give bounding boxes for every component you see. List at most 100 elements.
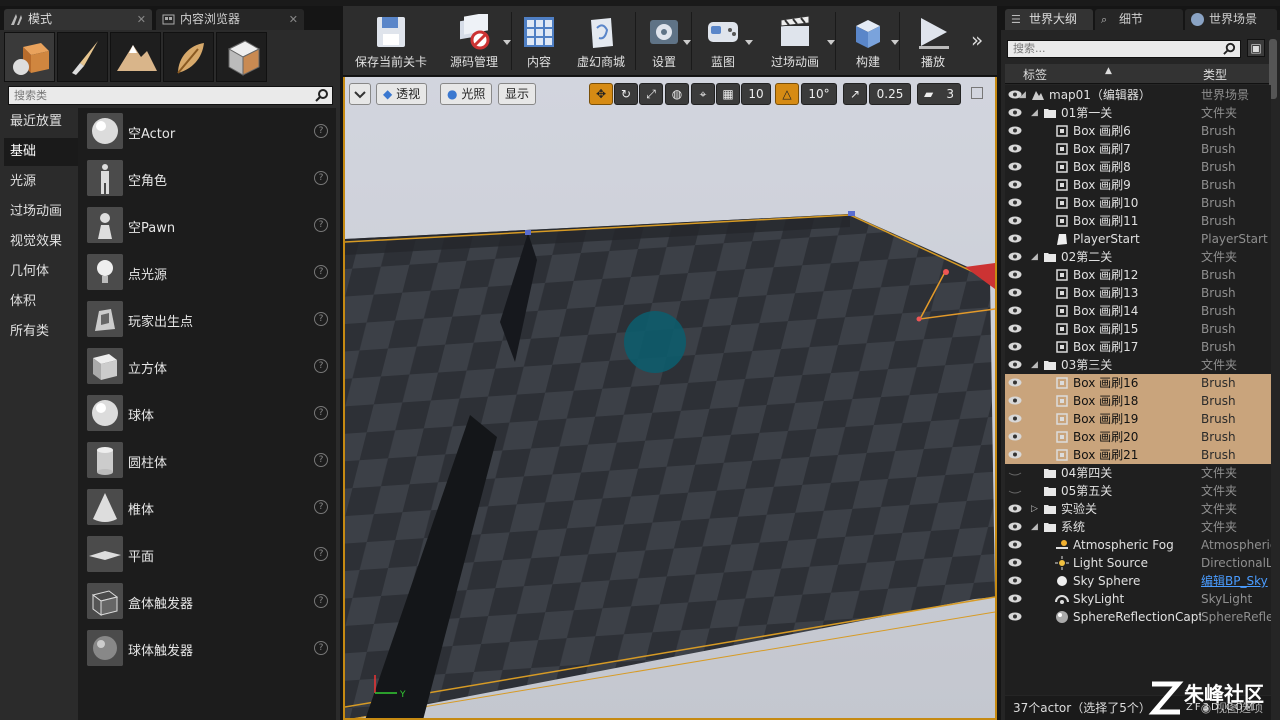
visibility-eye-icon[interactable] <box>1008 270 1022 279</box>
visibility-eye-icon[interactable] <box>1008 360 1022 369</box>
outliner-actor-row[interactable]: Box 画刷17 Brush <box>1005 338 1271 356</box>
toolbar-button[interactable]: 蓝图 <box>693 10 753 72</box>
perspective-button[interactable]: ◆ 透视 <box>376 83 428 105</box>
scale-snap-value[interactable]: 0.25 <box>869 83 911 105</box>
outliner-actor-row[interactable]: Box 画刷21 Brush <box>1005 446 1271 464</box>
visibility-eye-icon[interactable] <box>1008 126 1022 135</box>
toolbar-button[interactable]: 设置 <box>637 10 691 72</box>
col-type-header[interactable]: 类型 <box>1203 66 1227 83</box>
placeable-item[interactable]: 立方体? <box>78 343 336 390</box>
toolbar-button[interactable]: 保存当前关卡 <box>347 10 435 72</box>
category-item[interactable]: 过场动画 <box>4 198 78 226</box>
tab-content-browser[interactable]: 内容浏览器 ✕ <box>156 9 304 30</box>
category-item[interactable]: 所有类 <box>4 318 78 346</box>
chevron-down-icon[interactable] <box>827 40 835 45</box>
visibility-eye-icon[interactable] <box>1008 198 1022 207</box>
visibility-eye-icon[interactable] <box>1008 522 1022 531</box>
expanded-arrow-icon[interactable]: ◢ <box>1031 518 1041 536</box>
toolbar-button[interactable]: 源码管理 <box>437 10 511 72</box>
visibility-eye-icon[interactable] <box>1008 450 1022 459</box>
outliner-actor-row[interactable]: Box 画刷18 Brush <box>1005 392 1271 410</box>
edit-blueprint-link[interactable]: 编辑BP_Sky <box>1201 572 1271 590</box>
maximize-icon[interactable] <box>971 87 983 99</box>
rotate-tool-button[interactable]: ↻ <box>614 83 638 105</box>
world-local-button[interactable]: ◍ <box>665 83 689 105</box>
outliner-folder-row[interactable]: ◢ 系统 文件夹 <box>1005 518 1271 536</box>
sort-up-icon[interactable]: ▲ <box>1105 66 1112 76</box>
outliner-actor-row[interactable]: Box 画刷11 Brush <box>1005 212 1271 230</box>
geometry-mode-button[interactable] <box>216 32 267 82</box>
help-icon[interactable]: ? <box>314 359 328 373</box>
outliner-actor-row[interactable]: Box 画刷20 Brush <box>1005 428 1271 446</box>
visibility-eye-icon[interactable] <box>1008 162 1022 171</box>
grid-snap-toggle[interactable]: ▦ <box>716 83 740 105</box>
visibility-eye-icon[interactable] <box>1008 576 1022 585</box>
outliner-actor-row[interactable]: Box 画刷16 Brush <box>1005 374 1271 392</box>
outliner-actor-row[interactable]: Box 画刷8 Brush <box>1005 158 1271 176</box>
player-start-sphere[interactable] <box>624 311 686 373</box>
paint-mode-button[interactable] <box>57 32 108 82</box>
show-button[interactable]: 显示 <box>498 83 537 105</box>
placeable-item[interactable]: 圆柱体? <box>78 437 336 484</box>
visibility-eye-icon[interactable] <box>1008 612 1022 621</box>
help-icon[interactable]: ? <box>314 406 328 420</box>
outliner-folder-row[interactable]: ◢ 01第一关 文件夹 <box>1005 104 1271 122</box>
outliner-actor-row[interactable]: Box 画刷19 Brush <box>1005 410 1271 428</box>
close-icon[interactable]: ✕ <box>137 9 146 30</box>
collapsed-arrow-icon[interactable]: ▷ <box>1031 500 1041 518</box>
outliner-search-input[interactable]: 搜索... <box>1007 40 1241 58</box>
expanded-arrow-icon[interactable]: ◢ <box>1019 86 1029 104</box>
search-icon[interactable] <box>1223 42 1236 55</box>
help-icon[interactable]: ? <box>314 265 328 279</box>
category-item[interactable]: 光源 <box>4 168 78 196</box>
class-search-input[interactable]: 搜索类 <box>8 86 333 105</box>
visibility-eye-icon[interactable] <box>1008 324 1022 333</box>
toolbar-button[interactable]: 内容 <box>513 10 565 72</box>
placeable-item[interactable]: 球体触发器? <box>78 625 336 672</box>
camera-speed-button[interactable]: ▰ 3 <box>917 83 961 105</box>
placeable-item[interactable]: 球体? <box>78 390 336 437</box>
help-icon[interactable]: ? <box>314 500 328 514</box>
placeable-item[interactable]: 椎体? <box>78 484 336 531</box>
tab-world-outliner[interactable]: ☰ 世界大纲 <box>1005 9 1093 30</box>
tab-world-settings[interactable]: 世界场景 <box>1185 9 1277 30</box>
placeable-item[interactable]: 空Actor? <box>78 108 336 155</box>
visibility-eye-icon[interactable] <box>1008 558 1022 567</box>
help-icon[interactable]: ? <box>314 594 328 608</box>
category-item[interactable]: 体积 <box>4 288 78 316</box>
outliner-actor-row[interactable]: Sky Sphere 编辑BP_Sky <box>1005 572 1271 590</box>
toolbar-button[interactable]: 构建 <box>837 10 899 72</box>
outliner-actor-row[interactable]: Box 画刷13 Brush <box>1005 284 1271 302</box>
outliner-actor-row[interactable]: SphereReflectionCaptureSphereReflec <box>1005 608 1271 626</box>
visibility-eye-icon[interactable] <box>1008 144 1022 153</box>
level-viewport[interactable]: Y ◆ 透视 ● 光照 显示 ✥ ↻ ⤢ ◍ ⌖ ▦ 10 △ 10° ↗ 0.… <box>343 77 997 720</box>
visibility-eye-icon[interactable] <box>1008 378 1022 387</box>
outliner-actor-row[interactable]: Atmospheric Fog AtmosphericF <box>1005 536 1271 554</box>
help-icon[interactable]: ? <box>314 218 328 232</box>
viewport-options-button[interactable] <box>349 83 371 105</box>
expanded-arrow-icon[interactable]: ◢ <box>1031 248 1041 266</box>
chevron-down-icon[interactable] <box>891 40 899 45</box>
lit-button[interactable]: ● 光照 <box>440 83 493 105</box>
tab-details[interactable]: ⌕ 细节 <box>1095 9 1183 30</box>
outliner-folder-row[interactable]: ▷ 实验关 文件夹 <box>1005 500 1271 518</box>
place-mode-button[interactable] <box>4 32 55 82</box>
toolbar-button[interactable]: 虚幻商城 <box>567 10 635 72</box>
toolbar-more-button[interactable]: » <box>971 28 983 52</box>
visibility-eye-icon[interactable] <box>1008 180 1022 189</box>
landscape-mode-button[interactable] <box>110 32 161 82</box>
help-icon[interactable]: ? <box>314 124 328 138</box>
help-icon[interactable]: ? <box>314 453 328 467</box>
visibility-eye-icon[interactable] <box>1008 252 1022 261</box>
search-icon[interactable] <box>315 88 329 102</box>
visibility-eye-icon[interactable] <box>1008 432 1022 441</box>
toolbar-button[interactable]: 播放 <box>901 10 965 72</box>
scale-tool-button[interactable]: ⤢ <box>639 83 663 105</box>
category-item[interactable]: 几何体 <box>4 258 78 286</box>
outliner-folder-row[interactable]: 04第四关 文件夹 <box>1005 464 1271 482</box>
outliner-folder-row[interactable]: 05第五关 文件夹 <box>1005 482 1271 500</box>
outliner-actor-row[interactable]: Box 画刷7 Brush <box>1005 140 1271 158</box>
outliner-actor-row[interactable]: SkyLight SkyLight <box>1005 590 1271 608</box>
placeable-item[interactable]: 点光源? <box>78 249 336 296</box>
outliner-actor-row[interactable]: Box 画刷9 Brush <box>1005 176 1271 194</box>
